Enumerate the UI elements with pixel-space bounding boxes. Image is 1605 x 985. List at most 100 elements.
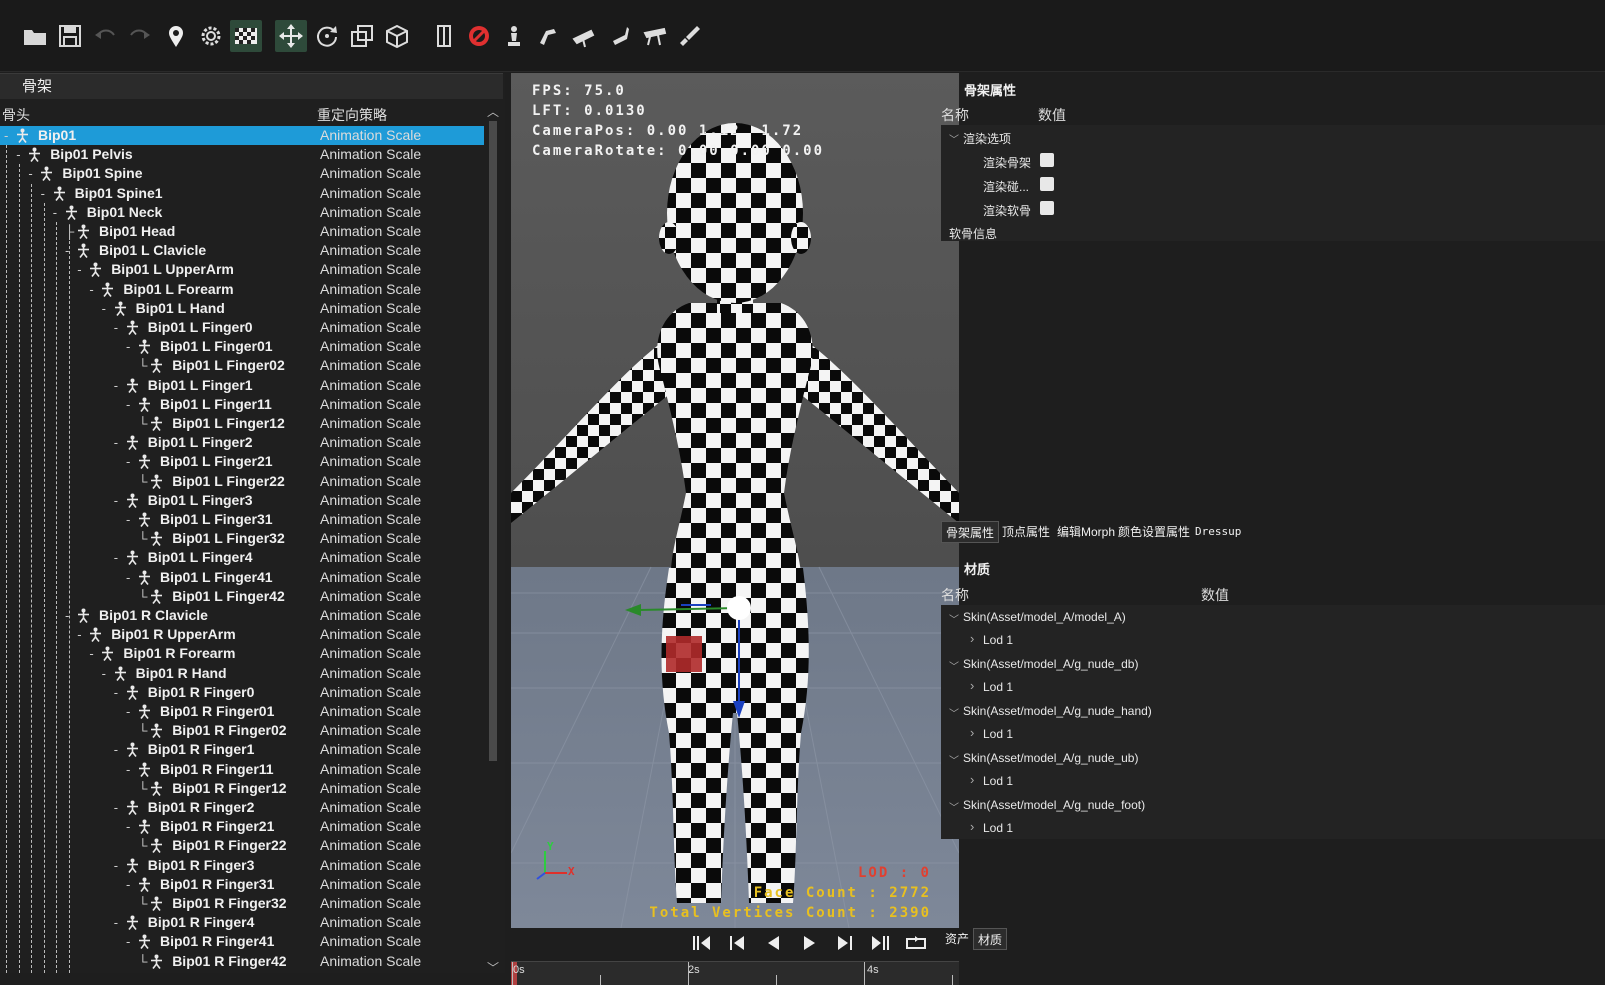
skip-start-button[interactable] [689,931,713,955]
tree-branch-icon[interactable]: - [65,241,69,260]
tree-branch-icon[interactable]: - [28,164,32,183]
retarget-policy[interactable]: Animation Scale [320,145,421,164]
retarget-policy[interactable]: Animation Scale [320,222,421,241]
tree-branch-icon[interactable]: - [126,337,130,356]
tab-prop-4[interactable]: Dressup [1191,521,1245,543]
retarget-policy[interactable]: Animation Scale [320,164,421,183]
tree-branch-icon[interactable]: └ [138,587,147,606]
retarget-policy[interactable]: Animation Scale [320,702,421,721]
3d-viewport[interactable]: Y X FPS: 75.0 LFT: 0.0130 CameraPos: 0.00 … [511,73,959,928]
tree-branch-icon[interactable]: - [114,376,118,395]
tree-branch-icon[interactable]: - [114,856,118,875]
retarget-policy[interactable]: Animation Scale [320,760,421,779]
retarget-policy[interactable]: Animation Scale [320,356,421,375]
retarget-policy[interactable]: Animation Scale [320,433,421,452]
skin-item[interactable]: Skin(Asset/model_A/model_A) [963,610,1126,624]
checkerboard-button[interactable] [230,20,262,52]
open-folder-button[interactable] [19,20,51,52]
retarget-policy[interactable]: Animation Scale [320,491,421,510]
tree-branch-icon[interactable]: └ [138,414,147,433]
gear-button[interactable] [195,20,227,52]
retarget-policy[interactable]: Animation Scale [320,836,421,855]
retarget-policy[interactable]: Animation Scale [320,952,421,971]
tree-row[interactable]: - Bip01 R Forearm Animation Scale [0,644,484,663]
retarget-policy[interactable]: Animation Scale [320,280,421,299]
step-back-button[interactable] [725,931,749,955]
tree-row[interactable]: - dynamicroot Right 01 Animation Scale [0,971,484,973]
tree-branch-icon[interactable]: - [126,875,130,894]
tree-row[interactable]: - Bip01 R Finger01 Animation Scale [0,702,484,721]
chevron-down-icon[interactable]: ﹀ [949,131,959,146]
tree-row[interactable]: - Bip01 R Finger4 Animation Scale [0,913,484,932]
tree-branch-icon[interactable]: - [114,683,118,702]
tree-row[interactable]: └ Bip01 R Finger32 Animation Scale [0,894,484,913]
tab-prop-0[interactable]: 骨架属性 [941,521,1000,543]
retarget-policy[interactable]: Animation Scale [320,644,421,663]
tree-row[interactable]: - Bip01 R UpperArm Animation Scale [0,625,484,644]
lod-item[interactable]: Lod 1 [983,633,1013,647]
mirror-button[interactable] [428,20,460,52]
tab-bottom-1[interactable]: 材质 [973,928,1008,950]
retarget-policy[interactable]: Animation Scale [320,241,421,260]
tab-prop-2[interactable]: 编辑Morph [1053,521,1119,543]
tree-row[interactable]: - Bip01 L Finger21 Animation Scale [0,452,484,471]
pose-3-button[interactable] [604,20,636,52]
save-button[interactable] [54,20,86,52]
tree-branch-icon[interactable]: └ [138,356,147,375]
tree-branch-icon[interactable]: └ [138,472,147,491]
tree-branch-icon[interactable]: - [16,145,20,164]
tree-branch-icon[interactable]: - [65,606,69,625]
retarget-policy[interactable]: Animation Scale [320,913,421,932]
tree-row[interactable]: - Bip01 R Finger1 Animation Scale [0,740,484,759]
retarget-policy[interactable]: Animation Scale [320,299,421,318]
tree-row[interactable]: - Bip01 L Finger0 Animation Scale [0,318,484,337]
retarget-policy[interactable]: Animation Scale [320,510,421,529]
retarget-policy[interactable]: Animation Scale [320,875,421,894]
pose-2-button[interactable] [568,20,600,52]
tree-branch-icon[interactable]: - [126,817,130,836]
chevron-down-icon[interactable]: ﹀ [949,799,959,814]
tree-row[interactable]: - Bip01 R Finger31 Animation Scale [0,875,484,894]
tree-row[interactable]: - Bip01 R Hand Animation Scale [0,664,484,683]
tree-row[interactable]: - Bip01 R Finger3 Animation Scale [0,856,484,875]
retarget-policy[interactable]: Animation Scale [320,625,421,644]
retarget-policy[interactable]: Animation Scale [320,740,421,759]
tree-branch-icon[interactable]: - [4,126,8,145]
scroll-thumb[interactable] [489,121,497,761]
tree-row[interactable]: - Bip01 L UpperArm Animation Scale [0,260,484,279]
retarget-policy[interactable]: Animation Scale [320,376,421,395]
tree-branch-icon[interactable]: - [126,702,130,721]
chevron-right-icon[interactable]: › [970,772,974,787]
tree-row[interactable]: - Bip01 Animation Scale [0,126,484,145]
column-header-policy[interactable]: 重定向策略 [317,105,387,125]
tree-branch-icon[interactable]: - [89,644,93,663]
lod-item[interactable]: Lod 1 [983,680,1013,694]
tree-row[interactable]: ├ Bip01 Head Animation Scale [0,222,484,241]
lod-item[interactable]: Lod 1 [983,821,1013,835]
skin-item[interactable]: Skin(Asset/model_A/g_nude_ub) [963,751,1138,765]
chevron-down-icon[interactable]: ﹀ [949,658,959,673]
scene-render[interactable] [511,73,959,928]
retarget-policy[interactable]: Animation Scale [320,683,421,702]
tab-prop-1[interactable]: 顶点属性 [998,521,1054,543]
tree-branch-icon[interactable]: - [114,913,118,932]
tree-row[interactable]: - Bip01 R Clavicle Animation Scale [0,606,484,625]
retarget-policy[interactable]: Animation Scale [320,721,421,740]
tree-row[interactable]: - Bip01 Spine Animation Scale [0,164,484,183]
retarget-policy[interactable]: Animation Scale [320,337,421,356]
tree-row[interactable]: - Bip01 L Finger41 Animation Scale [0,568,484,587]
tree-branch-icon[interactable]: - [102,299,106,318]
tree-branch-icon[interactable]: - [65,971,69,974]
retarget-policy[interactable]: Animation Scale [320,548,421,567]
tree-row[interactable]: - Bip01 L Finger11 Animation Scale [0,395,484,414]
render-collision-checkbox[interactable] [1040,177,1054,191]
tree-row[interactable]: - Bip01 L Finger31 Animation Scale [0,510,484,529]
tree-row[interactable]: - Bip01 R Finger0 Animation Scale [0,683,484,702]
tree-branch-icon[interactable]: - [77,260,81,279]
retarget-policy[interactable]: Animation Scale [320,260,421,279]
tree-branch-icon[interactable]: - [126,510,130,529]
tree-branch-icon[interactable]: - [114,798,118,817]
retarget-policy[interactable]: Animation Scale [320,587,421,606]
tree-row[interactable]: - Bip01 R Finger41 Animation Scale [0,932,484,951]
move-button[interactable] [275,20,307,52]
